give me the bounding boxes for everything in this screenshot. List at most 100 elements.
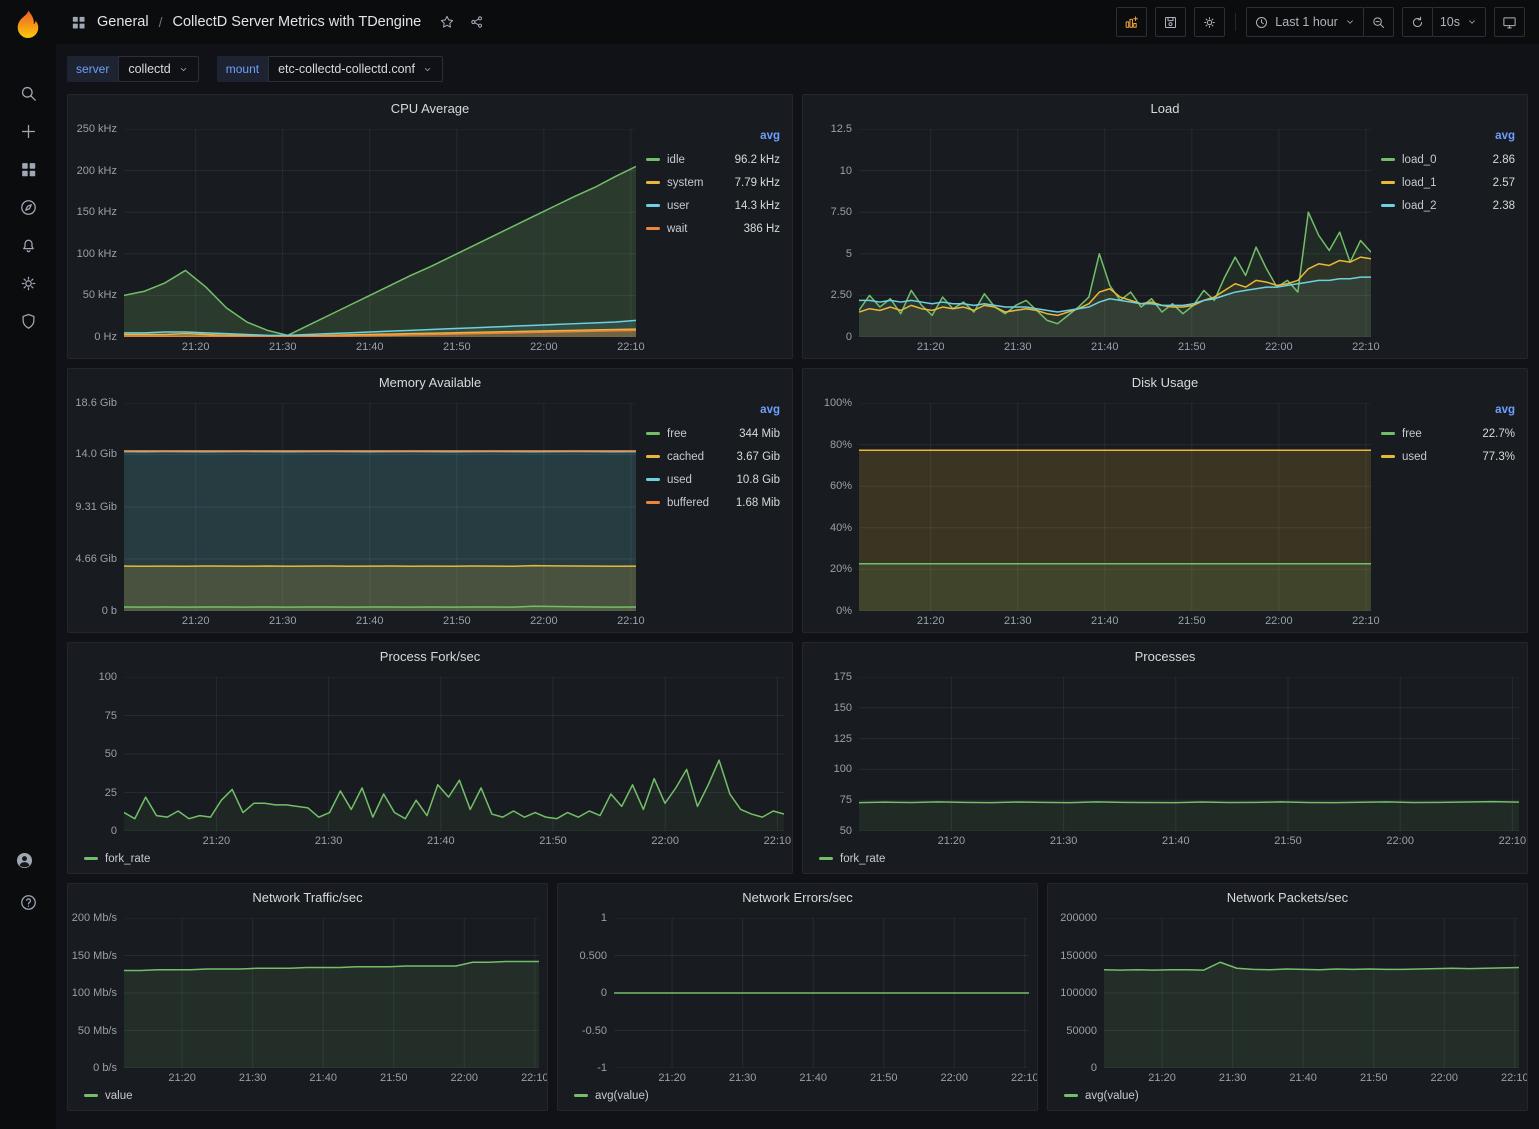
panel-header[interactable]: Processes xyxy=(803,643,1527,670)
save-icon xyxy=(1163,15,1178,30)
sidebar-item-profile[interactable] xyxy=(8,845,48,883)
legend-series-name[interactable]: value xyxy=(105,1090,133,1102)
panel-title: Network Packets/sec xyxy=(1227,890,1348,905)
panel-cpu-average: CPU Average0 Hz50 kHz100 kHz150 kHz200 k… xyxy=(67,94,793,359)
star-icon[interactable] xyxy=(439,14,455,30)
legend-row-cached[interactable]: cached3.67 Gib xyxy=(646,445,780,468)
sidebar-item-server-admin[interactable] xyxy=(8,302,48,340)
legend-row-user[interactable]: user14.3 kHz xyxy=(646,194,780,217)
x-axis-label: 21:50 xyxy=(1274,835,1302,847)
plot-area[interactable] xyxy=(124,677,784,831)
y-axis-label: 50 Mb/s xyxy=(78,1025,117,1037)
plot-area[interactable] xyxy=(124,129,636,337)
sidebar-item-configuration[interactable] xyxy=(8,264,48,302)
chevron-down-icon xyxy=(178,64,189,75)
sidebar xyxy=(0,0,56,1129)
sidebar-item-search[interactable] xyxy=(8,74,48,112)
panel-header[interactable]: Network Traffic/sec xyxy=(68,884,547,911)
legend-row-buffered[interactable]: buffered1.68 Mib xyxy=(646,491,780,514)
plot-area[interactable] xyxy=(859,677,1519,831)
panel-header[interactable]: Disk Usage xyxy=(803,369,1527,396)
dashboard-settings-button[interactable] xyxy=(1194,7,1225,37)
legend-avg-header[interactable]: avg xyxy=(1381,404,1515,422)
x-axis-label: 21:20 xyxy=(182,341,210,353)
time-range-picker[interactable]: Last 1 hour xyxy=(1246,7,1364,37)
y-axis-label: 50 kHz xyxy=(83,289,117,301)
variable-value-dropdown[interactable]: collectd xyxy=(118,56,198,82)
variable-server[interactable]: server collectd xyxy=(67,56,199,82)
legend-row-wait[interactable]: wait386 Hz xyxy=(646,217,780,240)
sidebar-item-create[interactable] xyxy=(8,112,48,150)
x-axis-label: 21:30 xyxy=(1219,1072,1247,1084)
legend-series-name[interactable]: fork_rate xyxy=(105,853,150,865)
zoom-out-button[interactable] xyxy=(1363,7,1394,37)
panel-header[interactable]: Network Packets/sec xyxy=(1048,884,1527,911)
y-axis-label: 175 xyxy=(834,671,852,683)
legend-series-name: user xyxy=(667,200,689,212)
panel-header[interactable]: Network Errors/sec xyxy=(558,884,1037,911)
variable-value-dropdown[interactable]: etc-collectd-collectd.conf xyxy=(268,56,443,82)
legend-series-name: used xyxy=(667,474,692,486)
legend-series-name[interactable]: avg(value) xyxy=(595,1090,649,1102)
y-axis-label: 0.500 xyxy=(579,950,607,962)
variable-mount[interactable]: mount etc-collectd-collectd.conf xyxy=(217,56,443,82)
legend-series-avg-value: 10.8 Gib xyxy=(737,474,780,486)
search-icon xyxy=(19,84,38,103)
refresh-button[interactable] xyxy=(1402,7,1433,37)
legend-series-marker xyxy=(819,857,833,860)
x-axis-label: 21:50 xyxy=(443,615,471,627)
panel-header[interactable]: Load xyxy=(803,95,1527,122)
x-axis: 21:2021:3021:4021:5022:0022:10 xyxy=(124,831,784,848)
plot-area[interactable] xyxy=(614,918,1029,1068)
legend-avg-header[interactable]: avg xyxy=(646,130,780,148)
legend-row-system[interactable]: system7.79 kHz xyxy=(646,171,780,194)
panel-header[interactable]: Memory Available xyxy=(68,369,792,396)
x-axis-label: 22:00 xyxy=(1265,615,1293,627)
legend-row-load-1[interactable]: load_12.57 xyxy=(1381,171,1515,194)
legend-row-free[interactable]: free344 Mib xyxy=(646,422,780,445)
legend-series-name[interactable]: avg(value) xyxy=(1085,1090,1139,1102)
y-axis-label: 20% xyxy=(830,563,852,575)
legend-avg-header[interactable]: avg xyxy=(1381,130,1515,148)
plot-area[interactable] xyxy=(859,129,1371,337)
legend-row-used[interactable]: used 10.8 Gib xyxy=(646,468,780,491)
legend-series-name[interactable]: fork_rate xyxy=(840,853,885,865)
plot-area[interactable] xyxy=(124,918,539,1068)
legend-series-marker xyxy=(84,1094,98,1097)
y-axis-label: 14.0 Gib xyxy=(75,448,117,460)
legend: value xyxy=(72,1085,539,1106)
dashboard-title[interactable]: CollectD Server Metrics with TDengine xyxy=(172,14,421,30)
legend: avg(value) xyxy=(562,1085,1029,1106)
legend-series-avg-value: 386 Hz xyxy=(744,223,780,235)
plot-area[interactable] xyxy=(1104,918,1519,1068)
panel-header[interactable]: Process Fork/sec xyxy=(68,643,792,670)
x-axis-label: 21:40 xyxy=(1091,615,1119,627)
breadcrumb-section[interactable]: General xyxy=(97,14,149,30)
cycle-view-mode-button[interactable] xyxy=(1494,7,1525,37)
time-range-label: Last 1 hour xyxy=(1275,15,1338,29)
share-icon[interactable] xyxy=(469,14,485,30)
sidebar-item-help[interactable] xyxy=(8,883,48,921)
zoom-out-icon xyxy=(1371,15,1386,30)
legend-row-load-2[interactable]: load_22.38 xyxy=(1381,194,1515,217)
sidebar-item-dashboards[interactable] xyxy=(8,150,48,188)
y-axis-label: 0 xyxy=(111,825,117,837)
x-axis-label: 22:10 xyxy=(1352,341,1380,353)
save-dashboard-button[interactable] xyxy=(1155,7,1186,37)
clock-icon xyxy=(1254,15,1269,30)
refresh-interval-picker[interactable]: 10s xyxy=(1432,7,1486,37)
sidebar-item-explore[interactable] xyxy=(8,188,48,226)
plot-area[interactable] xyxy=(124,403,636,611)
plot-area[interactable] xyxy=(859,403,1371,611)
panel-header[interactable]: CPU Average xyxy=(68,95,792,122)
legend-row-used[interactable]: used77.3% xyxy=(1381,445,1515,468)
y-axis-label: 150 Mb/s xyxy=(72,950,117,962)
legend-row-free[interactable]: free22.7% xyxy=(1381,422,1515,445)
add-panel-button[interactable] xyxy=(1116,7,1147,37)
legend-avg-header[interactable]: avg xyxy=(646,404,780,422)
grafana-logo-icon[interactable] xyxy=(12,8,44,40)
dashboard-grid-icon xyxy=(70,14,87,31)
legend-row-load-0[interactable]: load_02.86 xyxy=(1381,148,1515,171)
legend-row-idle[interactable]: idle96.2 kHz xyxy=(646,148,780,171)
sidebar-item-alerting[interactable] xyxy=(8,226,48,264)
